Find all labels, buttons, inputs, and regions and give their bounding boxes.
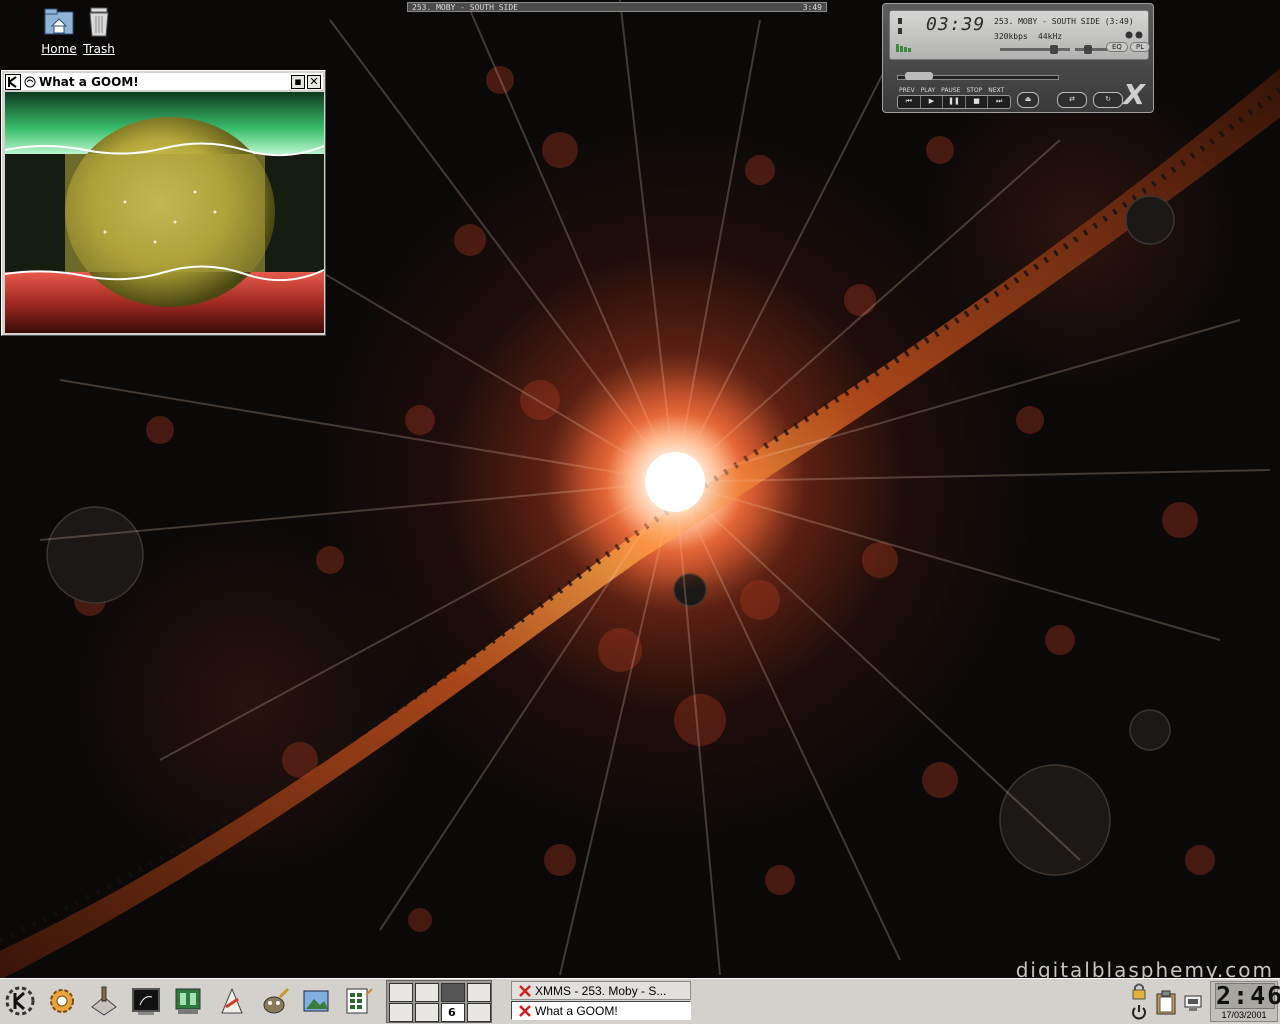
pause-label: PAUSE [941,87,961,94]
logout-button[interactable] [1129,1002,1149,1022]
goom-x-icon [519,1004,531,1017]
xmms-song-title: 253. MOBY - SOUTH SIDE (3:49) [994,17,1134,26]
xmms-x-icon [519,984,531,997]
graphics-tool-button[interactable] [214,983,250,1019]
trash-icon [89,7,109,37]
lock-screen-button[interactable] [1129,981,1149,1001]
goom-window: What a GOOM! ▪ ✕ [1,70,326,336]
xmms-time-display[interactable]: 03:39 [926,14,985,35]
graphics-tool-icon [221,987,243,1014]
xmms-bitrate: 320kbps [994,32,1028,41]
desktop-icon-home-label: Home [41,42,77,56]
calendar-day: 6 [448,1006,456,1019]
task-goom[interactable]: What a GOOM! [511,1001,691,1020]
control-center-button[interactable] [44,983,80,1019]
kde-menu-button[interactable] [2,983,38,1019]
pager-desktop-6[interactable] [415,1003,439,1022]
task-goom-label: What a GOOM! [535,1003,618,1018]
pause-button[interactable]: ❚❚ [943,96,966,108]
home-folder-icon [44,8,74,35]
network-monitor[interactable] [1181,991,1205,1015]
play-button[interactable]: ▶ [921,96,944,108]
desktop-icon-trash-label: Trash [83,42,115,56]
xmms-frequency: 44kHz [1038,32,1063,41]
office-calc-icon [346,988,373,1014]
taskbar: 6 XMMS - 253. Moby - S... What a GOOM! 2… [0,978,1280,1024]
stop-label: STOP [966,87,983,94]
kde-window-menu-icon[interactable] [5,73,21,90]
goom-titlebar[interactable]: What a GOOM! ▪ ✕ [4,73,323,90]
image-viewer-button[interactable] [298,983,334,1019]
settings-button[interactable] [86,983,122,1019]
gimp-button[interactable] [256,983,292,1019]
desktop-pager: 6 [386,980,492,1023]
desktop-icon-home[interactable]: Home [37,4,81,57]
pager-desktop-2[interactable] [415,983,439,1002]
text-editor-button[interactable] [170,983,206,1019]
goom-visualization [5,92,324,333]
eject-button[interactable]: ⏏ [1017,92,1039,108]
seek-bar-knob[interactable] [905,72,933,80]
stop-button[interactable]: ■ [966,96,989,108]
klipper-button[interactable] [1153,989,1179,1017]
xmms-playlist-shaded[interactable]: 253. MOBY - SOUTH SIDE 3:49 [407,2,827,12]
clock-time: 2:46 [1215,981,1280,1010]
goom-app-icon [24,76,36,87]
previous-button[interactable]: ⏮ [898,96,921,108]
settings-icon [91,986,117,1016]
wallpaper-watermark: digitalblasphemy.com [1015,958,1274,978]
office-calc-button[interactable] [340,983,376,1019]
play-state-indicator-icon [896,18,911,52]
xmms-logo[interactable]: X [1123,78,1145,111]
pager-desktop-1[interactable] [389,983,413,1002]
equalizer-toggle[interactable]: EQ [1106,42,1128,52]
balance-slider-knob[interactable] [1084,45,1092,54]
repeat-button[interactable]: ↻ [1093,92,1123,108]
maximize-button[interactable]: ▪ [291,74,305,89]
playlist-song-title: 253. MOBY - SOUTH SIDE [412,2,518,12]
task-list: XMMS - 253. Moby - S... What a GOOM! [511,981,691,1021]
window-title: What a GOOM! [39,74,139,89]
pager-desktop-4[interactable] [467,983,491,1002]
play-label: PLAY [920,87,936,94]
terminal-button[interactable] [128,983,164,1019]
control-labels: PREV PLAY PAUSE STOP NEXT [899,87,1004,94]
system-tray [1127,981,1209,1023]
clock-date: 17/03/2001 [1221,1010,1267,1020]
goom-visualization-art [5,92,324,333]
task-xmms[interactable]: XMMS - 253. Moby - S... [511,981,691,1000]
control-center-icon [50,989,74,1013]
gimp-icon [263,987,290,1014]
kde-menu-icon [5,986,35,1016]
playlist-song-time: 3:49 [802,2,822,12]
power-icon [1132,1005,1146,1020]
clipboard-icon [1156,990,1176,1015]
volume-slider-knob[interactable] [1050,45,1058,54]
pager-calendar[interactable]: 6 [441,1003,465,1022]
terminal-icon [132,988,160,1015]
volume-slider[interactable] [1000,48,1070,51]
xmms-main-window: 03:39 253. MOBY - SOUTH SIDE (3:49) 320k… [882,3,1154,113]
text-editor-icon [175,988,201,1014]
close-button[interactable]: ✕ [307,74,321,89]
desktop-icon-trash[interactable]: Trash [77,4,121,57]
xmms-display: 03:39 253. MOBY - SOUTH SIDE (3:49) 320k… [889,10,1151,60]
pager-desktop-3[interactable] [441,983,465,1002]
prev-label: PREV [899,87,915,94]
pager-desktop-5[interactable] [389,1003,413,1022]
playlist-toggle[interactable]: PL [1130,42,1151,52]
image-viewer-icon [303,990,329,1012]
stereo-indicator-icon [1125,31,1143,39]
next-button[interactable]: ⏭ [988,96,1010,108]
clock-applet[interactable]: 2:46 17/03/2001 [1210,981,1280,1022]
task-xmms-label: XMMS - 253. Moby - S... [535,983,667,998]
shuffle-button[interactable]: ⇄ [1057,92,1087,108]
lock-icon [1132,983,1146,1000]
next-label: NEXT [988,87,1005,94]
transport-controls: ⏮ ▶ ❚❚ ■ ⏭ [897,95,1011,109]
network-icon [1184,995,1202,1011]
pager-desktop-8[interactable] [467,1003,491,1022]
